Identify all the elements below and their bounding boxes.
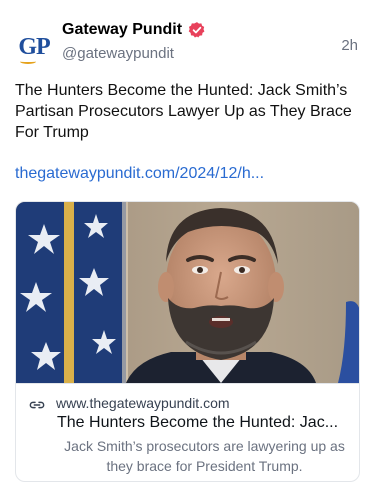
author-name-row: Gateway Pundit — [62, 21, 206, 39]
avatar-logo-swoosh — [20, 59, 36, 64]
link-preview-image[interactable] — [16, 202, 359, 383]
verified-badge-icon — [188, 22, 205, 38]
post[interactable]: GP Gateway Pundit @gatewaypundit 2h The … — [0, 0, 375, 500]
link-preview-card[interactable]: www.thegatewaypundit.com The Hunters Bec… — [15, 201, 360, 482]
post-text: The Hunters Become the Hunted: Jack Smit… — [15, 82, 352, 141]
link-preview-title[interactable]: The Hunters Become the Hunted: Jac... — [57, 414, 352, 432]
link-preview-info[interactable]: www.thegatewaypundit.com The Hunters Bec… — [16, 383, 359, 481]
author-handle[interactable]: @gatewaypundit — [62, 45, 174, 62]
avatar-logo-text: GP — [18, 33, 50, 60]
portrait-photo — [16, 202, 359, 383]
link-preview-description: Jack Smith’s prosecutors are lawyering u… — [64, 438, 345, 474]
author-display-name[interactable]: Gateway Pundit — [62, 21, 182, 39]
avatar[interactable]: GP — [14, 27, 54, 67]
link-icon — [29, 401, 45, 409]
post-link[interactable]: thegatewaypundit.com/2024/12/h... — [15, 165, 264, 183]
link-preview-domain: www.thegatewaypundit.com — [56, 395, 230, 411]
post-timestamp[interactable]: 2h — [341, 37, 358, 54]
